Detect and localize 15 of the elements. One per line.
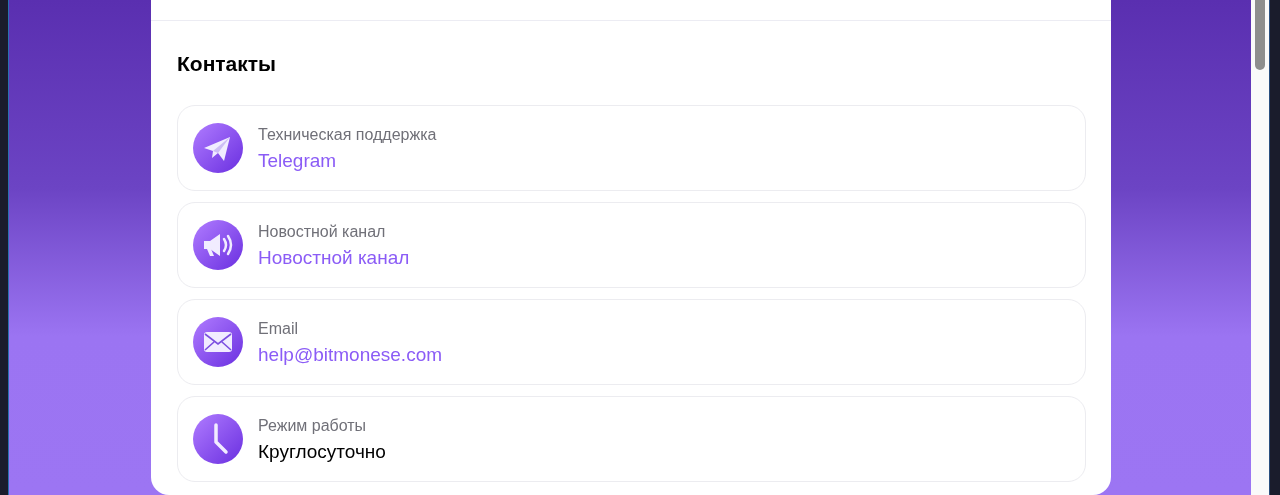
megaphone-icon <box>193 220 243 270</box>
contact-link[interactable]: help@bitmonese.com <box>258 343 443 366</box>
paper-plane-icon <box>193 123 243 173</box>
contact-label: Новостной канал <box>258 221 387 241</box>
contact-link[interactable]: Telegram <box>258 149 437 172</box>
contact-link[interactable]: Новостной канал <box>258 246 410 269</box>
clock-icon <box>193 414 243 464</box>
envelope-icon <box>193 317 243 367</box>
scrollbar-thumb[interactable] <box>1255 0 1265 70</box>
section-title: Контакты <box>177 51 278 77</box>
contact-value: Круглосуточно <box>258 440 386 463</box>
contact-label: Техническая поддержка <box>258 124 437 144</box>
contact-label: Email <box>258 318 299 338</box>
contact-label: Режим работы <box>258 415 368 435</box>
scrollbar[interactable] <box>1251 0 1269 495</box>
